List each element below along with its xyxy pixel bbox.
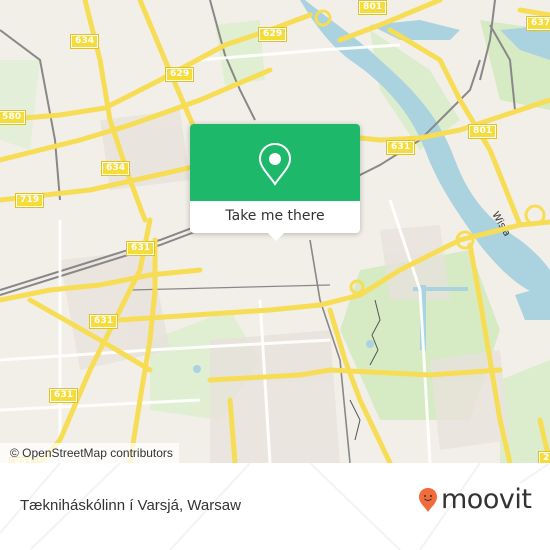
moovit-pin-icon: [419, 488, 437, 512]
footer-bar: Tækniháskólinn í Varsjá, Warsaw moovit: [0, 463, 550, 550]
place-title: Tækniháskólinn í Varsjá, Warsaw: [20, 497, 241, 514]
route-shield-801: 801: [357, 0, 388, 15]
location-popup: Take me there: [190, 124, 360, 241]
map-view[interactable]: Wisła 634 629 629 580 634 719 801 637 63…: [0, 0, 550, 463]
route-shield-637: 637: [525, 16, 550, 31]
route-shield-2: 2: [537, 451, 550, 463]
route-shield-631: 631: [125, 241, 156, 256]
route-shield-629: 629: [164, 67, 195, 82]
route-shield-719: 719: [14, 193, 45, 208]
map-pin-icon: [258, 142, 292, 186]
route-shield-580: 580: [0, 110, 27, 125]
popup-header: [190, 124, 360, 201]
route-shield-631: 631: [48, 388, 79, 403]
route-shield-629: 629: [257, 27, 288, 42]
map-attribution[interactable]: © OpenStreetMap contributors: [0, 443, 179, 463]
route-shield-631: 631: [88, 314, 119, 329]
route-shield-631: 631: [385, 140, 416, 155]
brand-name: moovit: [441, 484, 532, 515]
route-shield-634: 634: [100, 161, 131, 176]
route-shield-801: 801: [467, 124, 498, 139]
popup-pointer: [268, 233, 284, 241]
route-shield-634: 634: [69, 34, 100, 49]
take-me-there-button[interactable]: Take me there: [190, 201, 360, 233]
moovit-logo[interactable]: moovit: [418, 484, 532, 515]
